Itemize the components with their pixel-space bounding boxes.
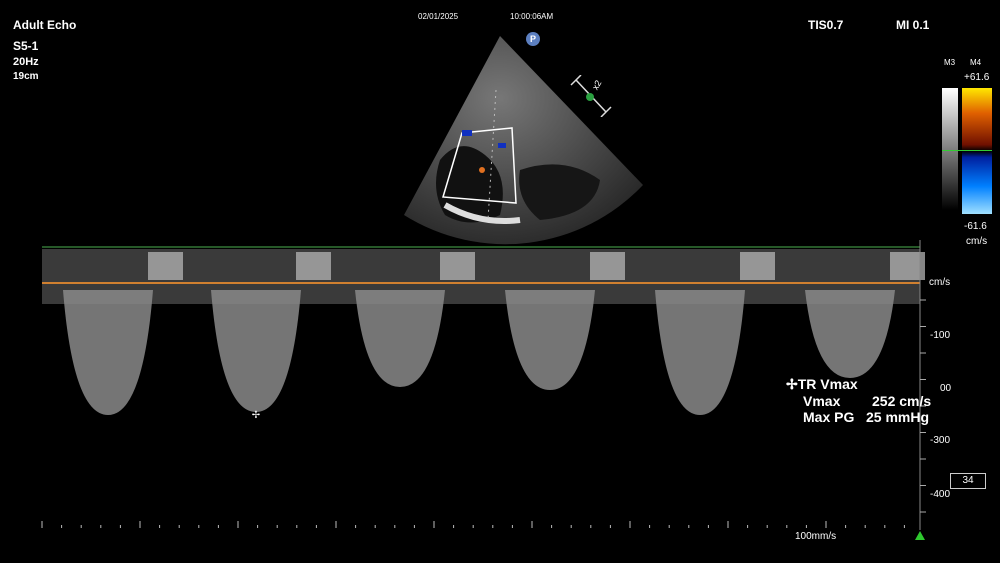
measurement-title: ✢TR Vmax [786, 376, 858, 392]
vmax-value: 252 cm/s [872, 393, 932, 409]
regurgitant-jet-envelope [211, 290, 301, 412]
forward-flow-spike [590, 252, 625, 280]
forward-flow-spike [440, 252, 475, 280]
forward-flow-spike [148, 252, 183, 280]
spectral-doppler[interactable]: ✢ [0, 0, 1000, 563]
scale-label-2: 00 [940, 383, 952, 394]
forward-flow-spike [740, 252, 775, 280]
sweep-indicator-icon [915, 531, 925, 540]
regurgitant-jet-envelope [655, 290, 745, 415]
regurgitant-jet-envelope [505, 290, 595, 390]
caliper-icon: ✢ [786, 376, 798, 392]
scale-label-1: -100 [930, 330, 951, 341]
maxpg-value: 25 mmHg [866, 409, 930, 425]
regurgitant-jet-envelope [805, 290, 895, 378]
scale-label-4: -400 [930, 489, 951, 500]
caliper-marker-icon[interactable]: ✢ [252, 410, 260, 421]
doppler-unit-label: cm/s [929, 277, 951, 288]
sweep-speed-label: 100mm/s [795, 531, 837, 542]
measurement-title-text: TR Vmax [797, 376, 858, 392]
forward-flow-spike [296, 252, 331, 280]
value-box[interactable]: 34 [950, 473, 986, 489]
maxpg-label: Max PG [803, 409, 855, 425]
regurgitant-jet-envelope [355, 290, 445, 387]
regurgitant-jet-envelope [63, 290, 153, 415]
scale-label-3: -300 [930, 435, 951, 446]
time-axis-ticks [41, 521, 905, 528]
vmax-label: Vmax [803, 393, 841, 409]
